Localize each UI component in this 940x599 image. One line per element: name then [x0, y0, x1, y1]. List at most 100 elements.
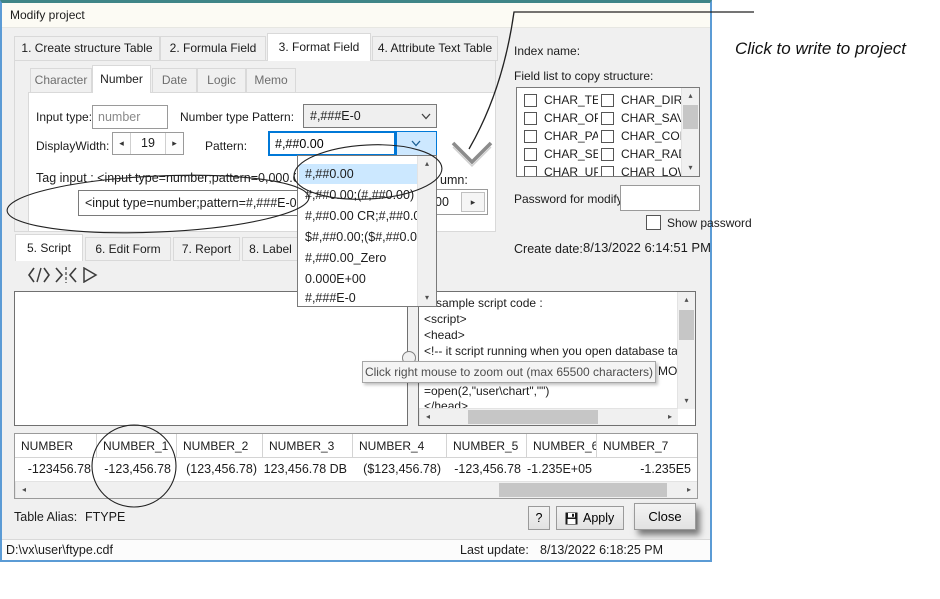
column-header[interactable]: NUMBER_3 — [263, 434, 353, 458]
script-horizontal-scrollbar[interactable]: ◂ ▸ — [419, 408, 678, 425]
stepper-left-icon[interactable]: ◂ — [113, 133, 131, 154]
write-to-project-chevron-icon[interactable] — [450, 136, 494, 170]
scroll-down-icon[interactable]: ▾ — [678, 393, 695, 409]
dropdown-item[interactable]: #,##0.00 CR;#,##0.00 D — [299, 206, 424, 226]
column-stepper-value: 00 — [435, 195, 449, 209]
scrollbar-thumb[interactable] — [468, 410, 598, 424]
checkbox[interactable] — [601, 112, 614, 125]
code-tag-icon[interactable] — [28, 267, 50, 283]
script-sample-panel[interactable]: is sample script code : <script> <head> … — [418, 291, 696, 426]
scroll-down-icon[interactable]: ▾ — [682, 160, 699, 176]
table-cell[interactable]: (123,456.78) — [177, 458, 263, 481]
show-password-checkbox[interactable] — [646, 215, 661, 230]
tag-input-text: Tag input : <input type=number;pattern=0… — [36, 171, 296, 185]
table-horizontal-scrollbar[interactable]: ◂ ▸ — [15, 481, 697, 498]
table-cell[interactable]: -123,456.78 — [447, 458, 527, 481]
number-type-pattern-combobox[interactable]: #,###E-0 — [303, 104, 437, 128]
dropdown-item[interactable]: $#,##0.00;($#,##0.00) — [299, 227, 424, 247]
column-header[interactable]: NUMBER — [15, 434, 97, 458]
table-cell[interactable]: -123456.78 — [15, 458, 97, 481]
checkbox[interactable] — [524, 130, 537, 143]
checkbox[interactable] — [524, 94, 537, 107]
help-button[interactable]: ? — [528, 506, 550, 530]
checkbox[interactable] — [524, 148, 537, 161]
field-list-scrollbar[interactable]: ▴ ▾ — [681, 88, 699, 176]
field-item-label: CHAR_PAS — [544, 129, 598, 143]
column-header[interactable]: NUMBER_4 — [353, 434, 447, 458]
dropdown-item[interactable]: 0.000E+00 — [299, 269, 424, 289]
table-cell[interactable]: -1.235E5 — [597, 458, 697, 481]
dropdown-item[interactable]: #,##0.00 — [299, 164, 424, 184]
stepper-right-icon[interactable]: ▸ — [165, 133, 183, 154]
scroll-up-icon[interactable]: ▴ — [418, 156, 436, 172]
table-cell[interactable]: 123,456.78 DB — [263, 458, 353, 481]
apply-button[interactable]: Apply — [556, 506, 624, 530]
tab-script[interactable]: 5. Script — [15, 234, 83, 261]
subtab-number[interactable]: Number — [92, 65, 151, 93]
scrollbar-thumb[interactable] — [499, 483, 667, 497]
run-script-icon[interactable] — [82, 267, 98, 283]
scrollbar-thumb[interactable] — [683, 105, 698, 129]
tab-attribute-text-table[interactable]: 4. Attribute Text Table — [372, 36, 498, 61]
script-vertical-scrollbar[interactable]: ▴ ▾ — [677, 292, 695, 409]
pattern-field[interactable] — [268, 131, 396, 156]
title-bar[interactable]: Modify project — [2, 3, 710, 28]
script-line: <!-- it script running when you open dat… — [424, 344, 677, 358]
dropdown-item[interactable]: #,##0.00_Zero — [299, 248, 424, 268]
stepper-right-icon[interactable]: ▸ — [461, 192, 485, 212]
field-item-label: CHAR_DIR — [621, 93, 681, 107]
scroll-right-icon[interactable]: ▸ — [681, 482, 697, 498]
scroll-up-icon[interactable]: ▴ — [678, 292, 695, 308]
column-header[interactable]: NUMBER_1 — [97, 434, 177, 458]
scroll-left-icon[interactable]: ◂ — [16, 482, 32, 498]
column-header[interactable]: NUMBER_7 — [597, 434, 697, 458]
dropdown-item[interactable]: #,##0.00;(#,##0.00) — [299, 185, 424, 205]
table-cell[interactable]: -1.235E+05 — [527, 458, 597, 481]
checkbox[interactable] — [524, 112, 537, 125]
checkbox[interactable] — [601, 130, 614, 143]
tab-report[interactable]: 7. Report — [173, 237, 240, 261]
input-type-field[interactable] — [92, 105, 168, 129]
scroll-up-icon[interactable]: ▴ — [682, 88, 699, 104]
field-list-box[interactable]: CHAR_TEX CHAR_DIR CHAR_OPE CHAR_SAV CHAR… — [516, 87, 700, 177]
field-item-label: CHAR_SAV — [621, 111, 681, 125]
dropdown-item[interactable]: #,###E-0 — [299, 288, 424, 308]
file-path: D:\vx\user\ftype.cdf — [6, 543, 113, 557]
pattern-dropdown-button[interactable] — [396, 131, 437, 156]
checkbox[interactable] — [601, 94, 614, 107]
close-button[interactable]: Close — [634, 503, 696, 530]
checkbox[interactable] — [524, 166, 537, 177]
join-tags-icon[interactable] — [55, 267, 77, 283]
tab-edit-form[interactable]: 6. Edit Form — [85, 237, 171, 261]
table-cell[interactable]: ($123,456.78) — [353, 458, 447, 481]
column-header[interactable]: NUMBER_2 — [177, 434, 263, 458]
password-field[interactable] — [620, 185, 700, 211]
pattern-dropdown-list: #,##0.00 #,##0.00;(#,##0.00) #,##0.00 CR… — [297, 155, 437, 307]
tab-label[interactable]: 8. Label — [242, 237, 299, 261]
subtab-logic[interactable]: Logic — [197, 68, 246, 93]
zoom-tooltip: Click right mouse to zoom out (max 65500… — [362, 361, 656, 383]
callout-text: Click to write to project — [735, 38, 907, 60]
scroll-down-icon[interactable]: ▾ — [418, 290, 436, 306]
subtab-date[interactable]: Date — [152, 68, 197, 93]
column-header[interactable]: NUMBER_5 — [447, 434, 527, 458]
password-for-modify-label: Password for modify: — [514, 192, 626, 206]
checkbox[interactable] — [601, 148, 614, 161]
scrollbar-thumb[interactable] — [679, 310, 694, 340]
scroll-left-icon[interactable]: ◂ — [420, 409, 436, 425]
tab-formula-field[interactable]: 2. Formula Field — [160, 36, 266, 61]
field-item-label: CHAR_COI — [621, 129, 681, 143]
script-editor-left[interactable] — [14, 291, 408, 426]
display-width-stepper[interactable]: ◂ 19 ▸ — [112, 132, 184, 155]
subtab-memo[interactable]: Memo — [246, 68, 296, 93]
subtab-character[interactable]: Character — [30, 68, 92, 93]
column-header[interactable]: NUMBER_6 — [527, 434, 597, 458]
tab-create-structure-table[interactable]: 1. Create structure Table — [14, 36, 160, 61]
table-cell[interactable]: -123,456.78 — [97, 458, 177, 481]
field-item-label: CHAR_SEL — [544, 147, 598, 161]
dropdown-scrollbar[interactable]: ▴ ▾ — [417, 156, 436, 306]
scroll-right-icon[interactable]: ▸ — [662, 409, 678, 425]
tab-format-field[interactable]: 3. Format Field — [267, 33, 371, 61]
script-line: is sample script code : — [424, 296, 543, 310]
checkbox[interactable] — [601, 166, 614, 177]
